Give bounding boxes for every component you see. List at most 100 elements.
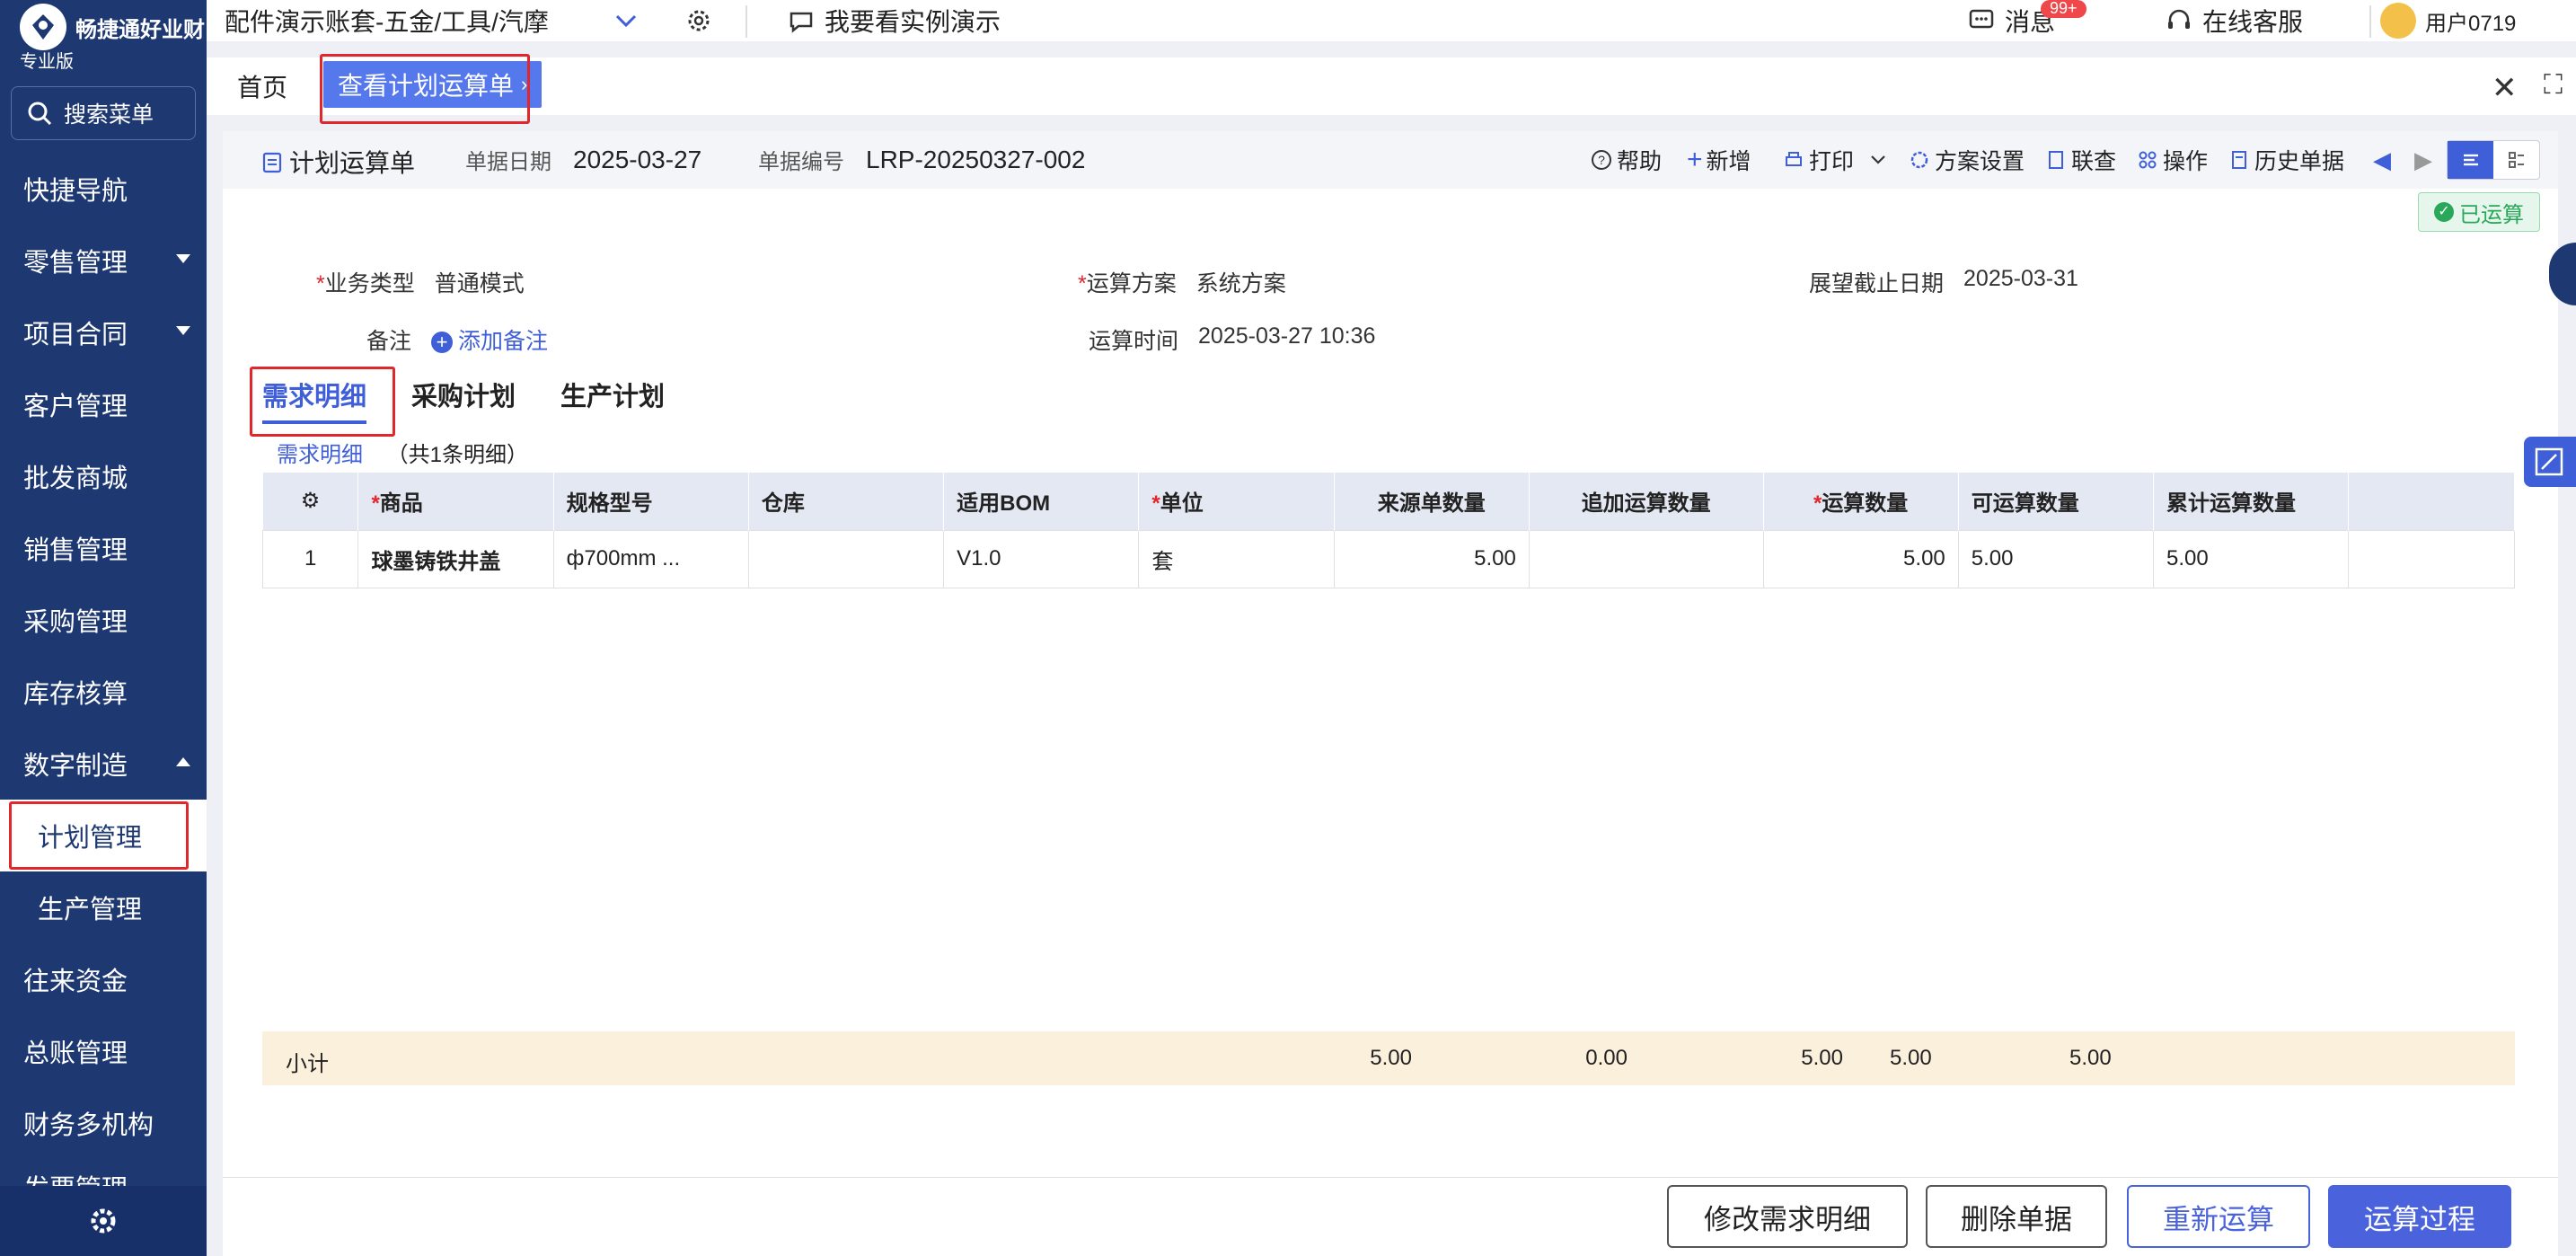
message-count-badge: 99+	[2041, 0, 2086, 18]
cell-warehouse[interactable]	[747, 529, 945, 588]
history-button[interactable]: 历史单据	[2228, 131, 2344, 189]
col-warehouse: 仓库	[748, 473, 945, 530]
field-deadline: 展望截止日期 2025-03-31	[1809, 266, 2078, 298]
scheme-value: 系统方案	[1195, 271, 1286, 296]
add-remark-button[interactable]: + 添加备注	[431, 323, 548, 356]
cell-calc-qty[interactable]: 5.00	[1762, 529, 1959, 588]
nav-wholesale[interactable]: 批发商城	[0, 440, 207, 512]
cell-add-qty[interactable]	[1528, 529, 1764, 588]
online-service-button[interactable]: 在线客服	[2165, 0, 2303, 41]
search-icon	[28, 102, 52, 126]
field-biz-type: *业务类型 普通模式	[316, 266, 525, 298]
nav-funds[interactable]: 往来资金	[0, 943, 207, 1015]
cell-cum-qty[interactable]: 5.00	[2152, 529, 2350, 588]
field-calc-time: 运算时间 2025-03-27 10:36	[1089, 323, 1375, 356]
col-product: *商品	[357, 473, 554, 530]
doc-number: 单据编号 LRP-20250327-002	[758, 144, 1085, 175]
cell-unit[interactable]: 套	[1138, 529, 1335, 588]
account-settings-button[interactable]	[684, 0, 713, 41]
remark-label: 备注	[366, 329, 412, 354]
nav-production[interactable]: 生产管理	[0, 871, 207, 943]
required-mark: *	[316, 271, 325, 296]
nav-customer[interactable]: 客户管理	[0, 368, 207, 440]
nav-label: 数字制造	[23, 752, 128, 781]
tab-bar: 首页 查看计划运算单 ›	[207, 54, 2576, 124]
nav-retail[interactable]: 零售管理	[0, 225, 207, 296]
lookup-button[interactable]: 联查	[2044, 131, 2116, 189]
sidebar-settings[interactable]	[0, 1186, 207, 1256]
scheme-settings-button[interactable]: 方案设置	[1908, 131, 2025, 189]
tab-purchase-plan[interactable]: 采购计划	[411, 376, 516, 424]
nav-label: 采购管理	[23, 608, 128, 637]
document-header: 计划运算单 单据日期 2025-03-27 单据编号 LRP-20250327-…	[223, 131, 2558, 189]
next-doc-icon[interactable]: ▶	[2414, 131, 2432, 189]
side-expand-button[interactable]	[2524, 437, 2576, 487]
detail-link[interactable]: 需求明细	[277, 443, 363, 467]
add-button[interactable]: + 新增	[1687, 131, 1751, 189]
sidebar: 畅捷通好业财 专业版 搜索菜单 快捷导航 零售管理 项目合同 客户管理 批发商城…	[0, 0, 207, 1256]
tab-home[interactable]: 首页	[237, 68, 287, 104]
recalculate-button[interactable]: 重新运算	[2127, 1185, 2310, 1248]
nav-label: 销售管理	[23, 536, 128, 565]
cell-index: 1	[261, 529, 359, 588]
nav-digital-mfg[interactable]: 数字制造	[0, 728, 207, 800]
edition-label: 专业版	[20, 52, 74, 72]
user-menu[interactable]: 用户0719	[2380, 0, 2516, 41]
search-menu-button[interactable]: 搜索菜单	[11, 86, 196, 140]
table-header-row: ⚙ *商品 规格型号 仓库 适用BOM *单位 来源单数量 追加运算数量 *运算…	[262, 473, 2515, 530]
grid-icon	[2139, 151, 2157, 169]
edit-demand-button[interactable]: 修改需求明细	[1667, 1185, 1908, 1248]
logo-icon	[20, 4, 66, 50]
brand-logo[interactable]: 畅捷通好业财	[20, 4, 205, 50]
demo-link[interactable]: 我要看实例演示	[787, 0, 1001, 41]
document-link-icon	[2049, 151, 2063, 169]
add-label: 新增	[1706, 149, 1751, 174]
close-icon[interactable]: ✕	[2492, 70, 2518, 106]
operations-button[interactable]: 操作	[2136, 131, 2208, 189]
nav-quick-nav[interactable]: 快捷导航	[0, 153, 207, 225]
cell-src-qty[interactable]: 5.00	[1333, 529, 1530, 588]
cell-product[interactable]: 球墨铸铁井盖	[357, 529, 554, 588]
cell-bom[interactable]: V1.0	[943, 529, 1140, 588]
scheme-label: 运算方案	[1086, 271, 1177, 296]
nav-inventory[interactable]: 库存核算	[0, 656, 207, 728]
doc-date-label: 单据日期	[465, 150, 551, 174]
nav-label: 发票管理	[23, 1168, 128, 1186]
help-button[interactable]: ? 帮助	[1590, 131, 1662, 189]
highlight-frame-tab	[320, 54, 530, 124]
list-view-icon[interactable]	[2448, 141, 2493, 179]
tab-production-plan[interactable]: 生产计划	[560, 376, 665, 424]
cell-spec[interactable]: ф700mm ...	[552, 529, 749, 588]
delete-doc-button[interactable]: 删除单据	[1926, 1185, 2107, 1248]
nav-sales[interactable]: 销售管理	[0, 512, 207, 584]
col-cum-qty: 累计运算数量	[2153, 473, 2350, 530]
col-unit: *单位	[1138, 473, 1335, 530]
cell-avail-qty[interactable]: 5.00	[1957, 529, 2155, 588]
cell-empty	[2348, 529, 2515, 588]
column-settings[interactable]: ⚙	[262, 473, 359, 530]
account-selector[interactable]: 配件演示账套-五金/工具/汽摩	[225, 0, 640, 41]
doc-number-value: LRP-20250327-002	[866, 145, 1086, 173]
nav-ledger[interactable]: 总账管理	[0, 1015, 207, 1087]
plus-circle-icon: +	[431, 332, 454, 353]
plus-icon: +	[1687, 145, 1703, 174]
nav-purchase[interactable]: 采购管理	[0, 584, 207, 656]
fullscreen-icon[interactable]: ⛶	[2544, 70, 2563, 101]
nav-invoice[interactable]: 发票管理	[0, 1159, 207, 1186]
nav-project-contract[interactable]: 项目合同	[0, 296, 207, 368]
nav-label: 财务多机构	[23, 1111, 154, 1140]
doc-title: 计划运算单	[260, 144, 415, 180]
demo-label: 我要看实例演示	[825, 8, 1001, 36]
prev-doc-icon[interactable]: ◀	[2373, 131, 2391, 189]
print-button[interactable]: 打印	[1782, 131, 1890, 189]
document-card: 计划运算单 单据日期 2025-03-27 单据编号 LRP-20250327-…	[223, 131, 2558, 1177]
card-view-icon[interactable]	[2493, 141, 2539, 179]
divider	[745, 5, 747, 38]
nav-finance-multi[interactable]: 财务多机构	[0, 1087, 207, 1159]
calc-process-button[interactable]: 运算过程	[2328, 1185, 2511, 1248]
table-row[interactable]: 1 球墨铸铁井盖 ф700mm ... V1.0 套 5.00 5.00 5.0…	[261, 529, 2515, 588]
gear-icon	[91, 1208, 116, 1234]
deadline-value: 2025-03-31	[1963, 266, 2078, 291]
clipboard-icon	[262, 152, 282, 173]
required-mark: *	[1078, 271, 1087, 296]
